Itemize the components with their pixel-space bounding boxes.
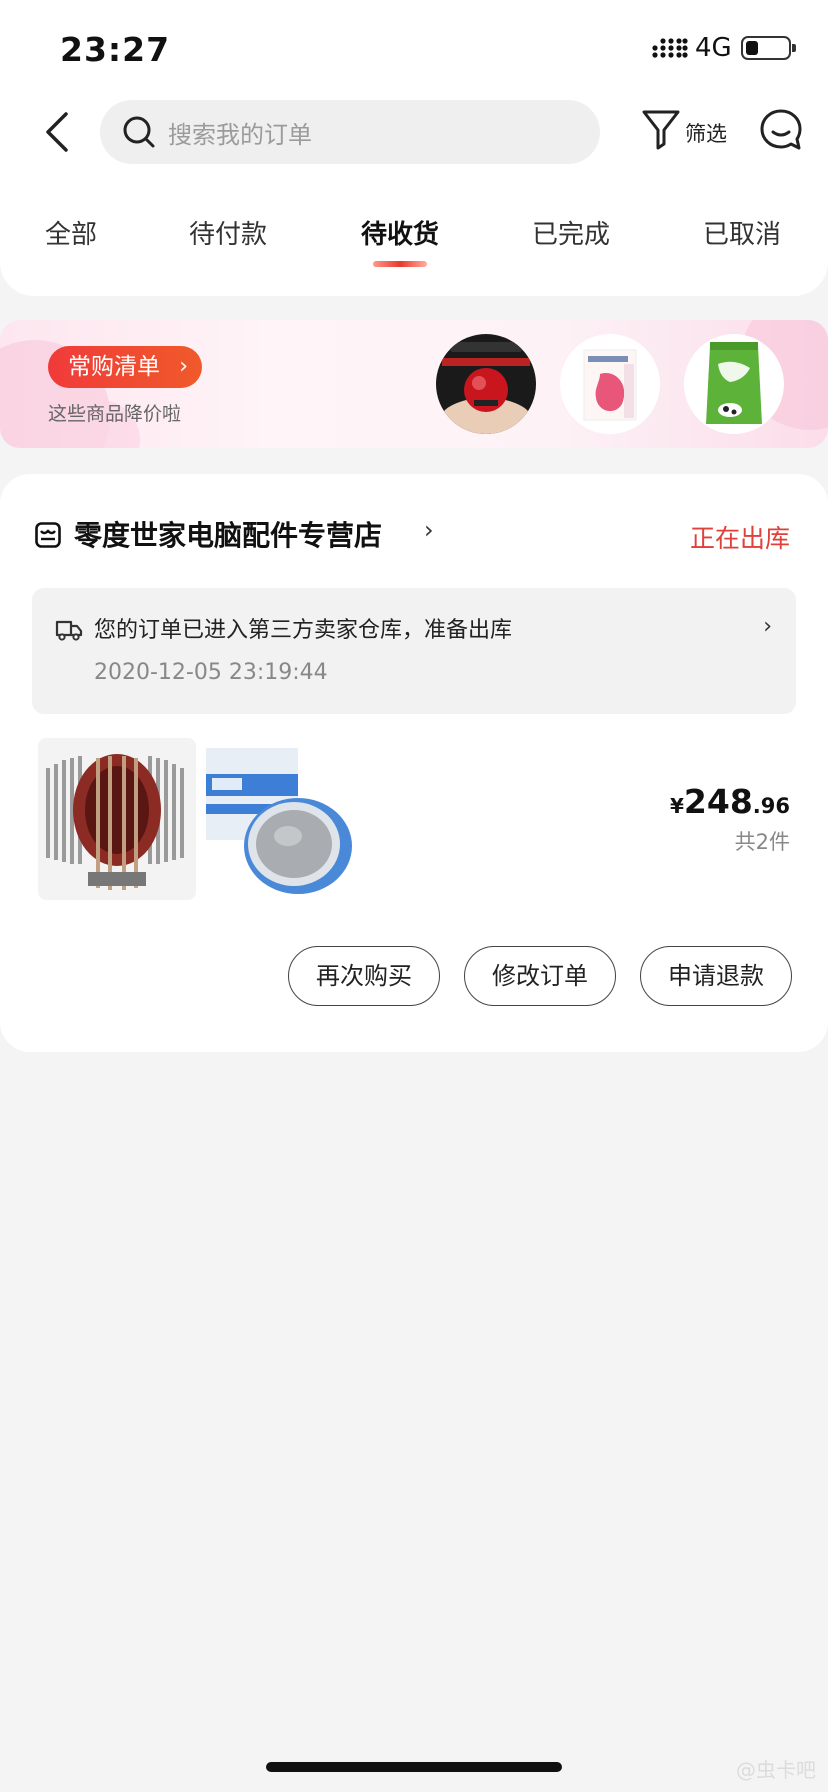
tab-completed[interactable]: 已完成 [532, 214, 610, 251]
nav-bar: 搜索我的订单 筛选 [0, 100, 828, 164]
signal-icon [652, 38, 688, 58]
chevron-right-icon[interactable]: › [424, 516, 434, 544]
frequent-list-button[interactable]: 常购清单 › [48, 346, 202, 388]
order-card: 零度世家电脑配件专营店 › 正在出库 您的订单已进入第三方卖家仓库，准备出库 2… [0, 474, 828, 1052]
watermark: @虫卡吧 [736, 1758, 816, 1782]
search-icon [123, 116, 155, 148]
network-label: 4G [695, 33, 732, 63]
home-indicator[interactable] [266, 1762, 562, 1772]
product-image-massager[interactable] [436, 334, 536, 434]
search-input[interactable]: 搜索我的订单 [100, 100, 600, 164]
back-icon[interactable] [38, 108, 78, 156]
message-icon[interactable] [757, 106, 805, 154]
product-thumbnail-cooler[interactable] [38, 738, 196, 900]
tab-all[interactable]: 全部 [45, 214, 97, 251]
logistics-message: 您的订单已进入第三方卖家仓库，准备出库 [94, 618, 513, 643]
banner-subtitle: 这些商品降价啦 [48, 403, 182, 425]
frequent-list-label: 常购清单 [68, 354, 160, 380]
shop-icon [35, 522, 61, 548]
product-image-milk-powder[interactable] [684, 334, 784, 434]
filter-label: 筛选 [685, 122, 727, 146]
filter-button[interactable]: 筛选 [634, 106, 730, 158]
tab-cancelled[interactable]: 已取消 [703, 214, 781, 251]
tab-pending-receipt[interactable]: 待收货 [361, 214, 439, 251]
header-panel: 23:27 4G 搜索我的订单 筛选 全部 待付款 待收货 已完成 已取消 [0, 0, 828, 296]
order-status: 正在出库 [689, 524, 790, 553]
logistics-timestamp: 2020-12-05 23:19:44 [94, 660, 328, 685]
filter-icon [642, 110, 680, 150]
order-price: ¥248.96 [670, 782, 790, 821]
buy-again-button[interactable]: 再次购买 [288, 946, 440, 1006]
search-placeholder: 搜索我的订单 [168, 121, 312, 149]
status-time: 23:27 [60, 30, 171, 69]
frequent-purchase-banner[interactable]: 常购清单 › 这些商品降价啦 [0, 320, 828, 448]
status-bar: 23:27 4G [0, 0, 828, 100]
battery-icon [741, 36, 796, 60]
price-integer: 248 [683, 782, 753, 821]
product-thumbnail-thermal-paste[interactable] [202, 738, 360, 900]
active-tab-indicator [373, 261, 427, 267]
shop-name[interactable]: 零度世家电脑配件专营店 [74, 514, 382, 554]
price-decimal: .96 [752, 794, 790, 818]
request-refund-button[interactable]: 申请退款 [640, 946, 792, 1006]
chevron-right-icon: › [763, 614, 772, 639]
truck-icon [55, 620, 83, 641]
tab-pending-payment[interactable]: 待付款 [189, 214, 267, 251]
chevron-right-icon: › [179, 354, 188, 379]
order-tabs: 全部 待付款 待收货 已完成 已取消 [0, 214, 828, 274]
order-quantity: 共2件 [734, 830, 790, 854]
price-currency: ¥ [669, 794, 684, 818]
logistics-panel[interactable]: 您的订单已进入第三方卖家仓库，准备出库 2020-12-05 23:19:44 … [32, 588, 796, 714]
product-image-milk-box[interactable] [560, 334, 660, 434]
modify-order-button[interactable]: 修改订单 [464, 946, 616, 1006]
